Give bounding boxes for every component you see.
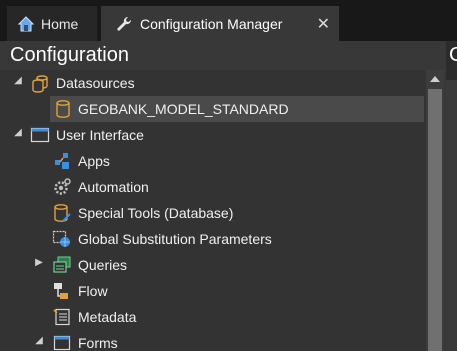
tree-item-label: Flow xyxy=(78,283,108,299)
right-panel-title-fragment: C xyxy=(449,44,457,66)
flow-icon xyxy=(52,281,72,301)
tree-item-queries[interactable]: ▶ Queries xyxy=(0,252,426,278)
tree-item-label: Automation xyxy=(78,179,149,195)
tree-item-label: Datasources xyxy=(56,75,135,91)
collapsed-arrow-icon[interactable]: ▶ xyxy=(34,258,44,268)
tree-item-label: Apps xyxy=(78,153,110,169)
tab-home-label: Home xyxy=(41,15,79,32)
tree-item-special-tools[interactable]: Special Tools (Database) xyxy=(0,200,426,226)
tree-item-label: Queries xyxy=(78,257,128,273)
queries-icon xyxy=(52,255,72,275)
home-icon xyxy=(17,15,35,33)
panel-title: Configuration xyxy=(10,44,129,66)
tree-item-user-interface[interactable]: ◢ User Interface xyxy=(0,122,426,148)
tree-item-label: Metadata xyxy=(78,309,137,325)
wrench-icon xyxy=(115,15,133,33)
database-tool-icon xyxy=(52,203,72,223)
scroll-up-arrow-icon[interactable] xyxy=(430,76,440,82)
tree-item-label: Forms xyxy=(78,335,118,351)
metadata-icon xyxy=(52,307,72,327)
scrollbar-thumb[interactable] xyxy=(428,89,442,351)
tree-item-datasources[interactable]: ◢ Datasources xyxy=(0,70,426,96)
tab-strip: Home Configuration Manager ✕ xyxy=(0,0,457,41)
tree-item-label: Special Tools (Database) xyxy=(78,205,234,221)
datasources-icon xyxy=(30,73,50,93)
tree-scrollbar[interactable] xyxy=(426,70,444,351)
tree-item-label: User Interface xyxy=(56,127,144,143)
window-icon xyxy=(30,125,50,145)
tree-item-forms[interactable]: ◢ Forms xyxy=(0,330,426,351)
right-panel-body xyxy=(446,80,457,351)
tree-item-global-substitution-parameters[interactable]: Global Substitution Parameters xyxy=(0,226,426,252)
tree-item-label: Global Substitution Parameters xyxy=(78,231,272,247)
automation-gear-icon xyxy=(52,177,72,197)
close-tab-button[interactable]: ✕ xyxy=(317,14,330,34)
tree-item-label: GEOBANK_MODEL_STANDARD xyxy=(78,101,289,117)
configuration-panel: Configuration ◢ Datasources GEOBANK_MODE… xyxy=(0,41,446,351)
tree-item-automation[interactable]: Automation xyxy=(0,174,426,200)
tree-item-flow[interactable]: Flow xyxy=(0,278,426,304)
database-icon xyxy=(53,99,73,119)
tab-home[interactable]: Home xyxy=(7,6,97,41)
configuration-tree: ◢ Datasources GEOBANK_MODEL_STANDARD ◢ U… xyxy=(0,70,426,351)
expanded-arrow-icon[interactable]: ◢ xyxy=(13,76,23,86)
tree-item-metadata[interactable]: Metadata xyxy=(0,304,426,330)
apps-icon xyxy=(52,151,72,171)
globe-parameters-icon xyxy=(52,229,72,249)
tree-item-apps[interactable]: Apps xyxy=(0,148,426,174)
expanded-arrow-icon[interactable]: ◢ xyxy=(34,336,44,346)
expanded-arrow-icon[interactable]: ◢ xyxy=(13,128,23,138)
tab-configuration-manager-label: Configuration Manager xyxy=(140,15,283,32)
tree-item-geobank-model-standard[interactable]: GEOBANK_MODEL_STANDARD xyxy=(0,96,426,122)
forms-icon xyxy=(52,333,72,351)
tab-configuration-manager[interactable]: Configuration Manager ✕ xyxy=(101,6,339,41)
right-panel-edge: C xyxy=(446,41,457,351)
